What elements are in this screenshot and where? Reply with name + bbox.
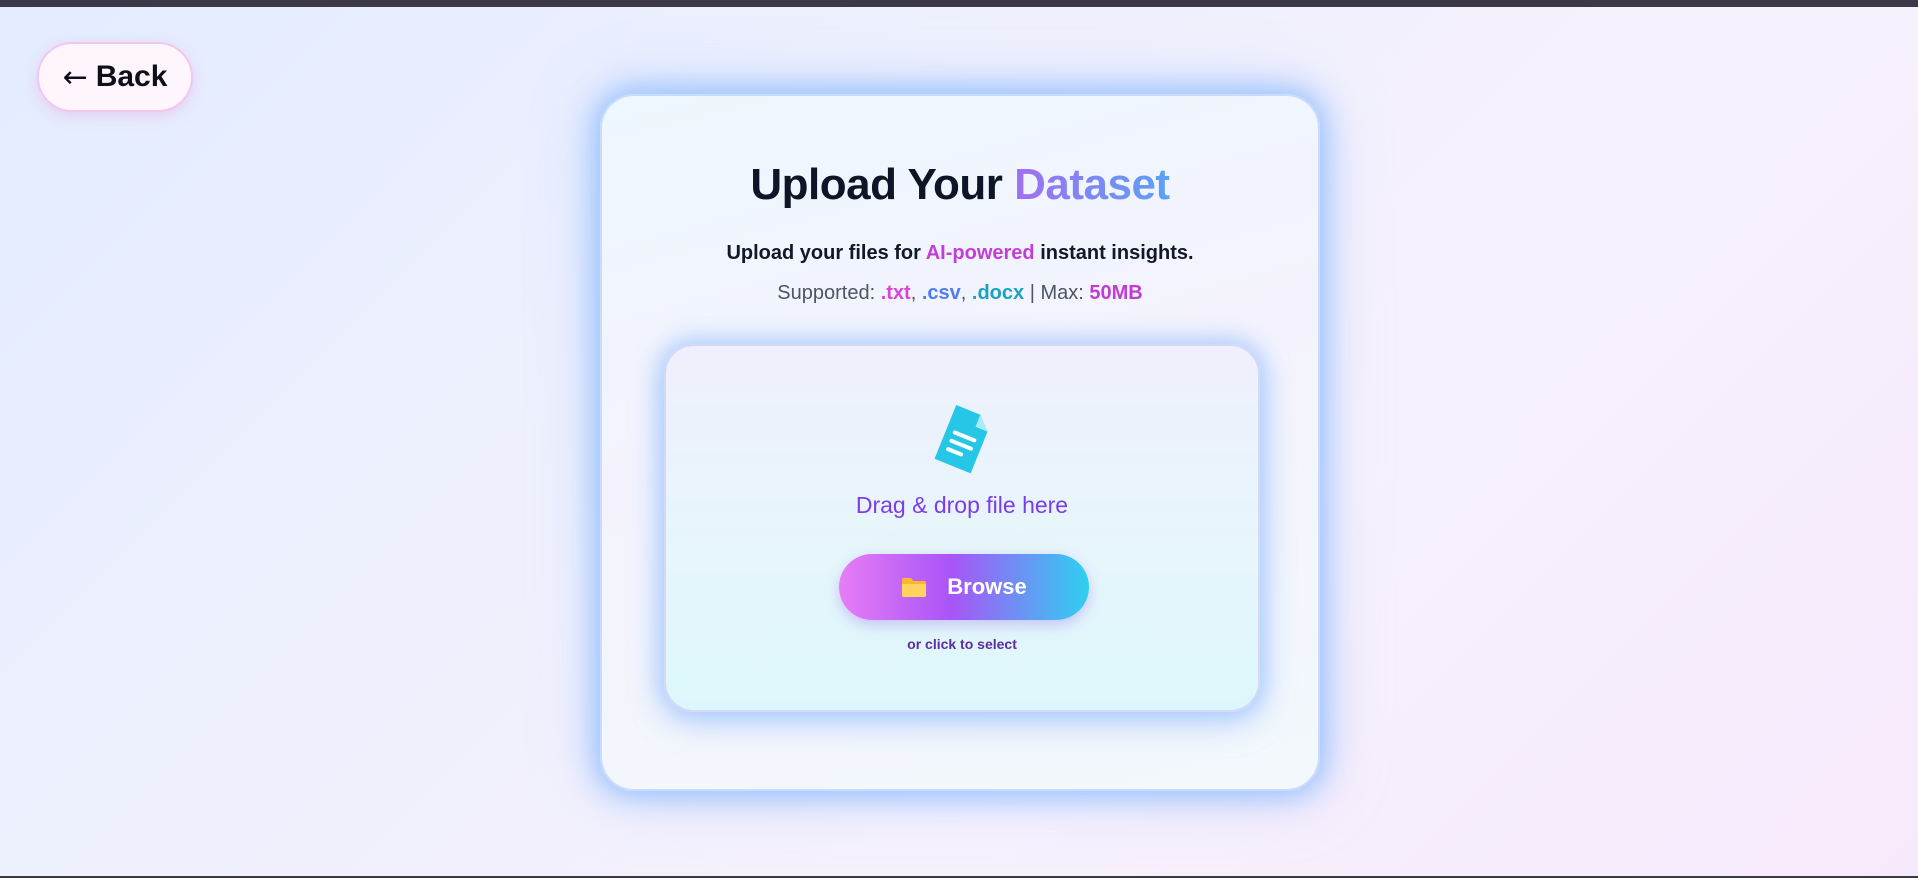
format-txt: .txt	[880, 282, 911, 304]
drag-drop-text: Drag & drop file here	[855, 492, 1069, 518]
title-main: Upload Your	[750, 160, 1015, 209]
page-title: Upload Your Dataset	[602, 160, 1318, 210]
upload-card: Upload Your Dataset Upload your files fo…	[600, 94, 1320, 791]
format-separator: ,	[910, 282, 922, 304]
folder-icon	[902, 578, 927, 597]
browse-button[interactable]: Browse	[839, 554, 1089, 620]
back-arrow-icon: ←	[62, 59, 88, 95]
title-accent: Dataset	[1014, 160, 1170, 209]
browse-button-label: Browse	[947, 574, 1027, 599]
file-dropzone[interactable]: Drag & drop file here Browse or click to…	[664, 344, 1260, 712]
subtitle-highlight: AI-powered	[925, 242, 1035, 264]
back-button-label: Back	[95, 60, 168, 93]
format-separator: ,	[960, 282, 972, 304]
back-button[interactable]: ← Back	[37, 42, 193, 112]
page-subtitle: Upload your files for AI-powered instant…	[602, 242, 1318, 265]
max-label: | Max:	[1024, 282, 1090, 304]
format-csv: .csv	[921, 282, 961, 304]
subtitle-pre: Upload your files for	[726, 242, 926, 264]
document-icon	[934, 404, 988, 474]
browser-top-bar	[0, 0, 1918, 7]
click-to-select-text: or click to select	[907, 636, 1017, 652]
subtitle-post: instant insights.	[1034, 242, 1194, 264]
supported-label: Supported:	[777, 282, 881, 304]
supported-formats: Supported: .txt, .csv, .docx | Max: 50MB	[602, 282, 1318, 305]
format-docx: .docx	[971, 282, 1025, 304]
max-size: 50MB	[1089, 282, 1143, 304]
